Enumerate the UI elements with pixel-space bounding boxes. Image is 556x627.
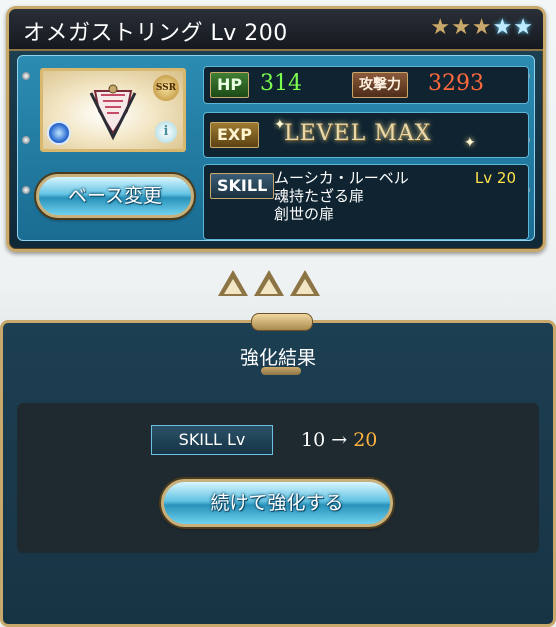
uncap-stars: ★ ★ ★ ★ ★	[430, 15, 533, 41]
skill-label: SKILL	[210, 173, 275, 199]
result-inner-panel: SKILL Lv 10 → 20 続けて強化する	[17, 403, 539, 553]
uncap-star-icon: ★	[430, 15, 451, 40]
rivet-icon	[22, 136, 30, 144]
result-panel: 強化結果 SKILL Lv 10 → 20 続けて強化する	[0, 313, 556, 627]
exp-row: EXP ✦ ✦ LEVEL MAX	[203, 112, 529, 158]
base-change-button[interactable]: ベース変更	[36, 174, 194, 218]
upgrade-arrows	[218, 270, 320, 296]
hp-label: HP	[210, 72, 250, 98]
uncap-star-icon: ★	[513, 15, 533, 40]
weapon-details-panel: SSR i ベース変更 HP 314 攻撃力 3293 EXP ✦ ✦ LEVE…	[17, 55, 535, 241]
water-element-icon	[47, 121, 71, 145]
up-arrow-icon	[218, 270, 248, 296]
rivet-icon	[22, 72, 30, 80]
harp-weapon-icon	[89, 84, 137, 141]
info-icon[interactable]: i	[155, 121, 177, 143]
result-title: 強化結果	[239, 347, 316, 369]
old-skill-level: 10	[301, 429, 326, 451]
weapon-name: オメガストリング	[23, 21, 204, 46]
skill-text: ムーシカ・ルーベル 魂持たざる扉 創世の扉	[274, 169, 409, 223]
exp-label: EXP	[210, 122, 259, 148]
attack-value: 3293	[428, 71, 484, 96]
weapon-card: オメガストリング Lv 200 ★ ★ ★ ★ ★ SSR i ベース変更 HP…	[6, 6, 546, 252]
up-arrow-icon	[254, 270, 284, 296]
weapon-thumbnail[interactable]: SSR i	[40, 68, 186, 152]
skill-line-2: 魂持たざる扉	[274, 187, 365, 205]
up-arrow-icon	[290, 270, 320, 296]
continue-upgrade-button[interactable]: 続けて強化する	[161, 479, 393, 527]
uncap-star-icon: ★	[492, 15, 513, 40]
skill-lv-label: SKILL Lv	[151, 425, 273, 455]
skill-row: SKILL ムーシカ・ルーベル 魂持たざる扉 創世の扉 Lv 20	[203, 164, 529, 240]
arrow-right-icon: →	[331, 429, 348, 451]
new-skill-level: 20	[353, 429, 378, 451]
attack-label: 攻撃力	[352, 72, 408, 98]
sparkle-icon: ✦	[464, 135, 476, 151]
weapon-title: オメガストリング Lv 200	[23, 15, 288, 47]
weapon-level: Lv 200	[210, 21, 288, 46]
ssr-badge: SSR	[153, 75, 179, 101]
weapon-title-bar: オメガストリング Lv 200 ★ ★ ★ ★ ★	[9, 9, 543, 51]
skill-line-3: 創世の扉	[274, 205, 335, 223]
hp-atk-row: HP 314 攻撃力 3293	[203, 66, 529, 104]
uncap-star-icon: ★	[471, 15, 492, 40]
ornament-icon	[251, 313, 313, 331]
level-max-text: LEVEL MAX	[284, 121, 432, 146]
skill-level-change: 10 → 20	[301, 425, 377, 455]
rivet-icon	[22, 186, 30, 194]
skill-name: ムーシカ・ルーベル	[274, 169, 409, 187]
uncap-star-icon: ★	[451, 15, 471, 40]
ornament-icon	[261, 367, 301, 375]
skill-level: Lv 20	[474, 169, 516, 187]
hp-value: 314	[260, 71, 302, 96]
